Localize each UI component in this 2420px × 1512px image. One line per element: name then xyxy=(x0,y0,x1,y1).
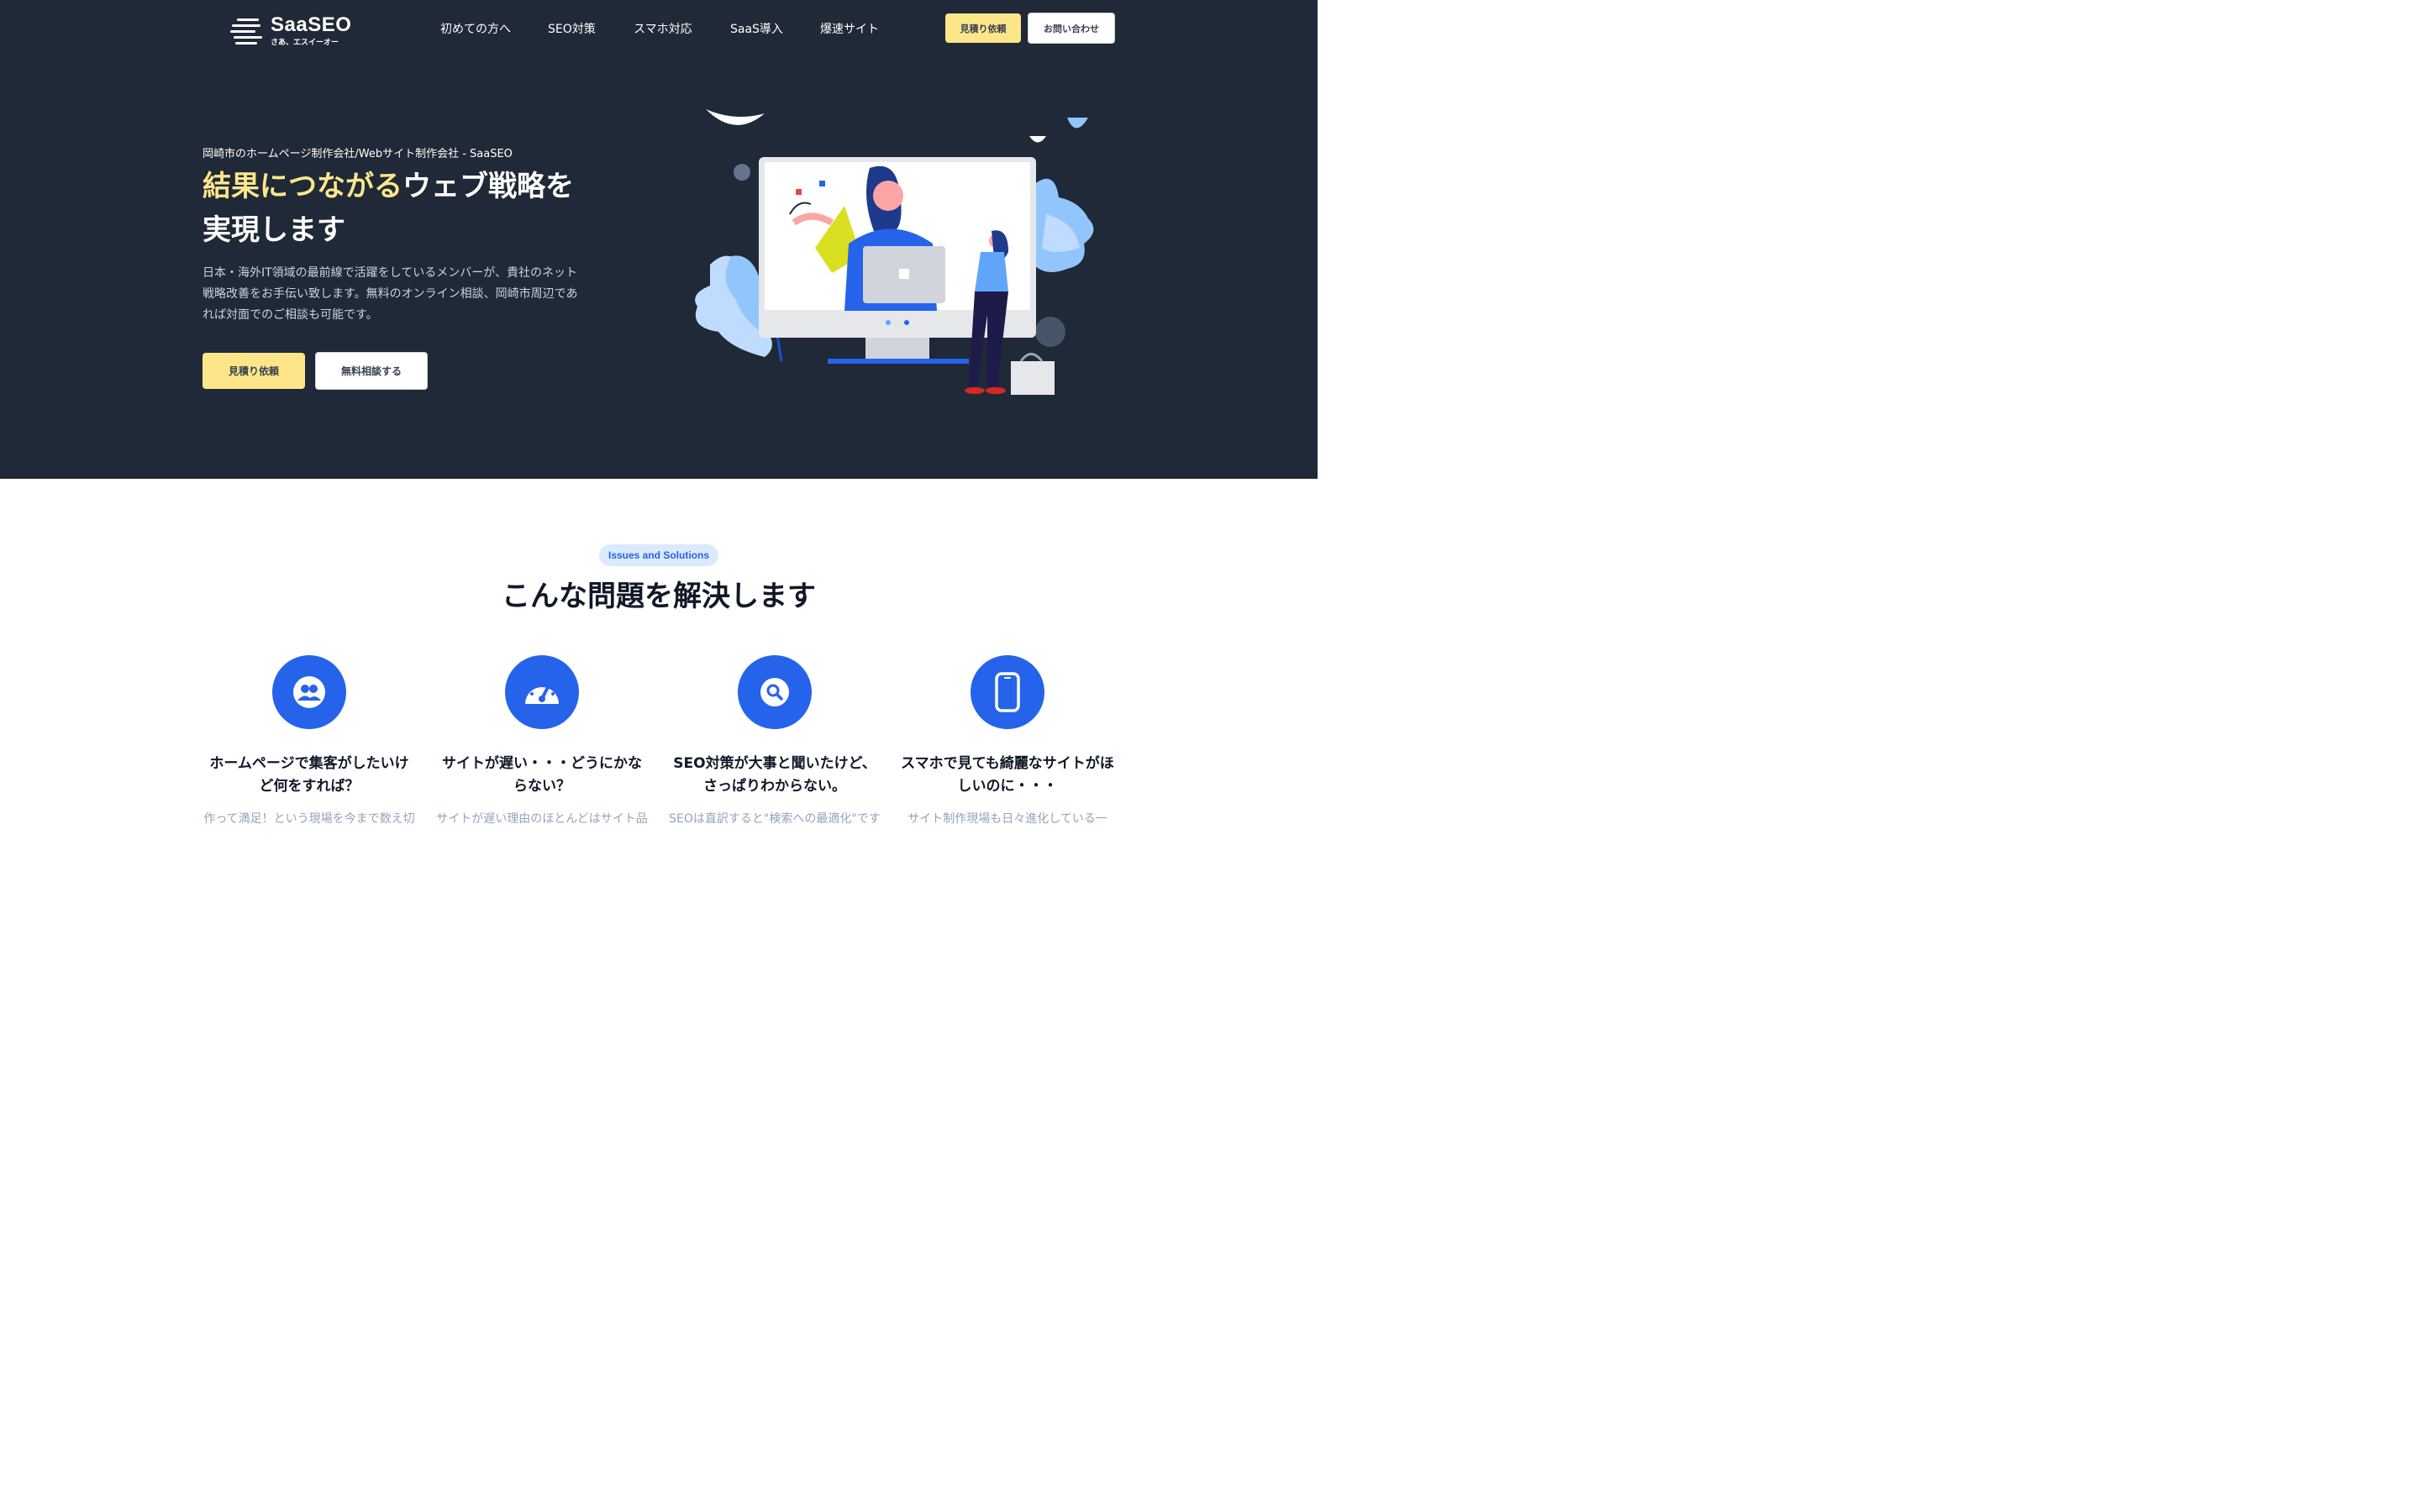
nav-item-seo[interactable]: SEO対策 xyxy=(548,20,596,37)
header-quote-button[interactable]: 見積り依頼 xyxy=(945,13,1021,43)
hero-quote-button[interactable]: 見積り依頼 xyxy=(203,353,305,389)
nav-item-saas[interactable]: SaaS導入 xyxy=(730,20,783,37)
issue-icon-circle xyxy=(738,655,812,729)
logo[interactable]: SaaSEO さあ、エスイーオー xyxy=(230,13,352,47)
issue-text: 作って満足！という現場を今まで数え切 xyxy=(203,812,415,826)
hero-kicker: 岡崎市のホームページ制作会社/Webサイト制作会社 - SaaSEO xyxy=(203,148,513,160)
issue-title: サイトが遅い・・・どうにかならない？ xyxy=(442,755,642,795)
issue-title: SEO対策が大事と聞いたけど、さっぱりわからない。 xyxy=(673,755,876,795)
issue-icon-circle xyxy=(272,655,346,729)
issue-icon-circle xyxy=(505,655,579,729)
logo-tagline: さあ、エスイーオー xyxy=(271,39,339,47)
nav-item-fast-site[interactable]: 爆速サイト xyxy=(820,20,879,37)
issue-text: サイトが遅い理由のほとんどはサイト品 xyxy=(436,812,648,826)
issue-text: サイト制作現場も日々進化している一 xyxy=(908,812,1107,826)
search-icon xyxy=(760,678,789,706)
issue-icon-circle xyxy=(971,655,1044,729)
issue-title: スマホで見ても綺麗なサイトがほしいのに・・・ xyxy=(901,755,1114,795)
hero-consult-button[interactable]: 無料相談する xyxy=(315,352,428,390)
header-contact-button[interactable]: お問い合わせ xyxy=(1028,13,1115,44)
hero-title: 結果につながるウェブ戦略を実現します xyxy=(203,165,589,252)
issues-title: こんな問題を解決します xyxy=(502,580,816,613)
logo-name: SaaSEO xyxy=(271,13,352,36)
users-icon xyxy=(293,676,325,708)
nav-item-beginners[interactable]: 初めての方へ xyxy=(440,20,511,37)
nav-item-mobile[interactable]: スマホ対応 xyxy=(634,20,692,37)
hero-title-highlight: 結果につながる xyxy=(203,170,402,203)
hero-description: 日本・海外IT領域の最前線で活躍をしているメンバーが、貴社のネット戦略改善をお手… xyxy=(203,266,578,322)
issue-text: SEOは直訳すると"検索への最適化"です xyxy=(669,812,881,826)
issues-badge: Issues and Solutions xyxy=(599,544,718,566)
issue-title: ホームページで集客がしたいけど何をすれば？ xyxy=(209,755,409,795)
hero-section: SaaSEO さあ、エスイーオー 初めての方へ SEO対策 スマホ対応 SaaS… xyxy=(0,0,1318,479)
hero-illustration xyxy=(695,109,1094,395)
smartphone-icon xyxy=(995,672,1020,712)
speedometer-icon xyxy=(525,680,559,704)
logo-lines-icon xyxy=(230,17,266,45)
